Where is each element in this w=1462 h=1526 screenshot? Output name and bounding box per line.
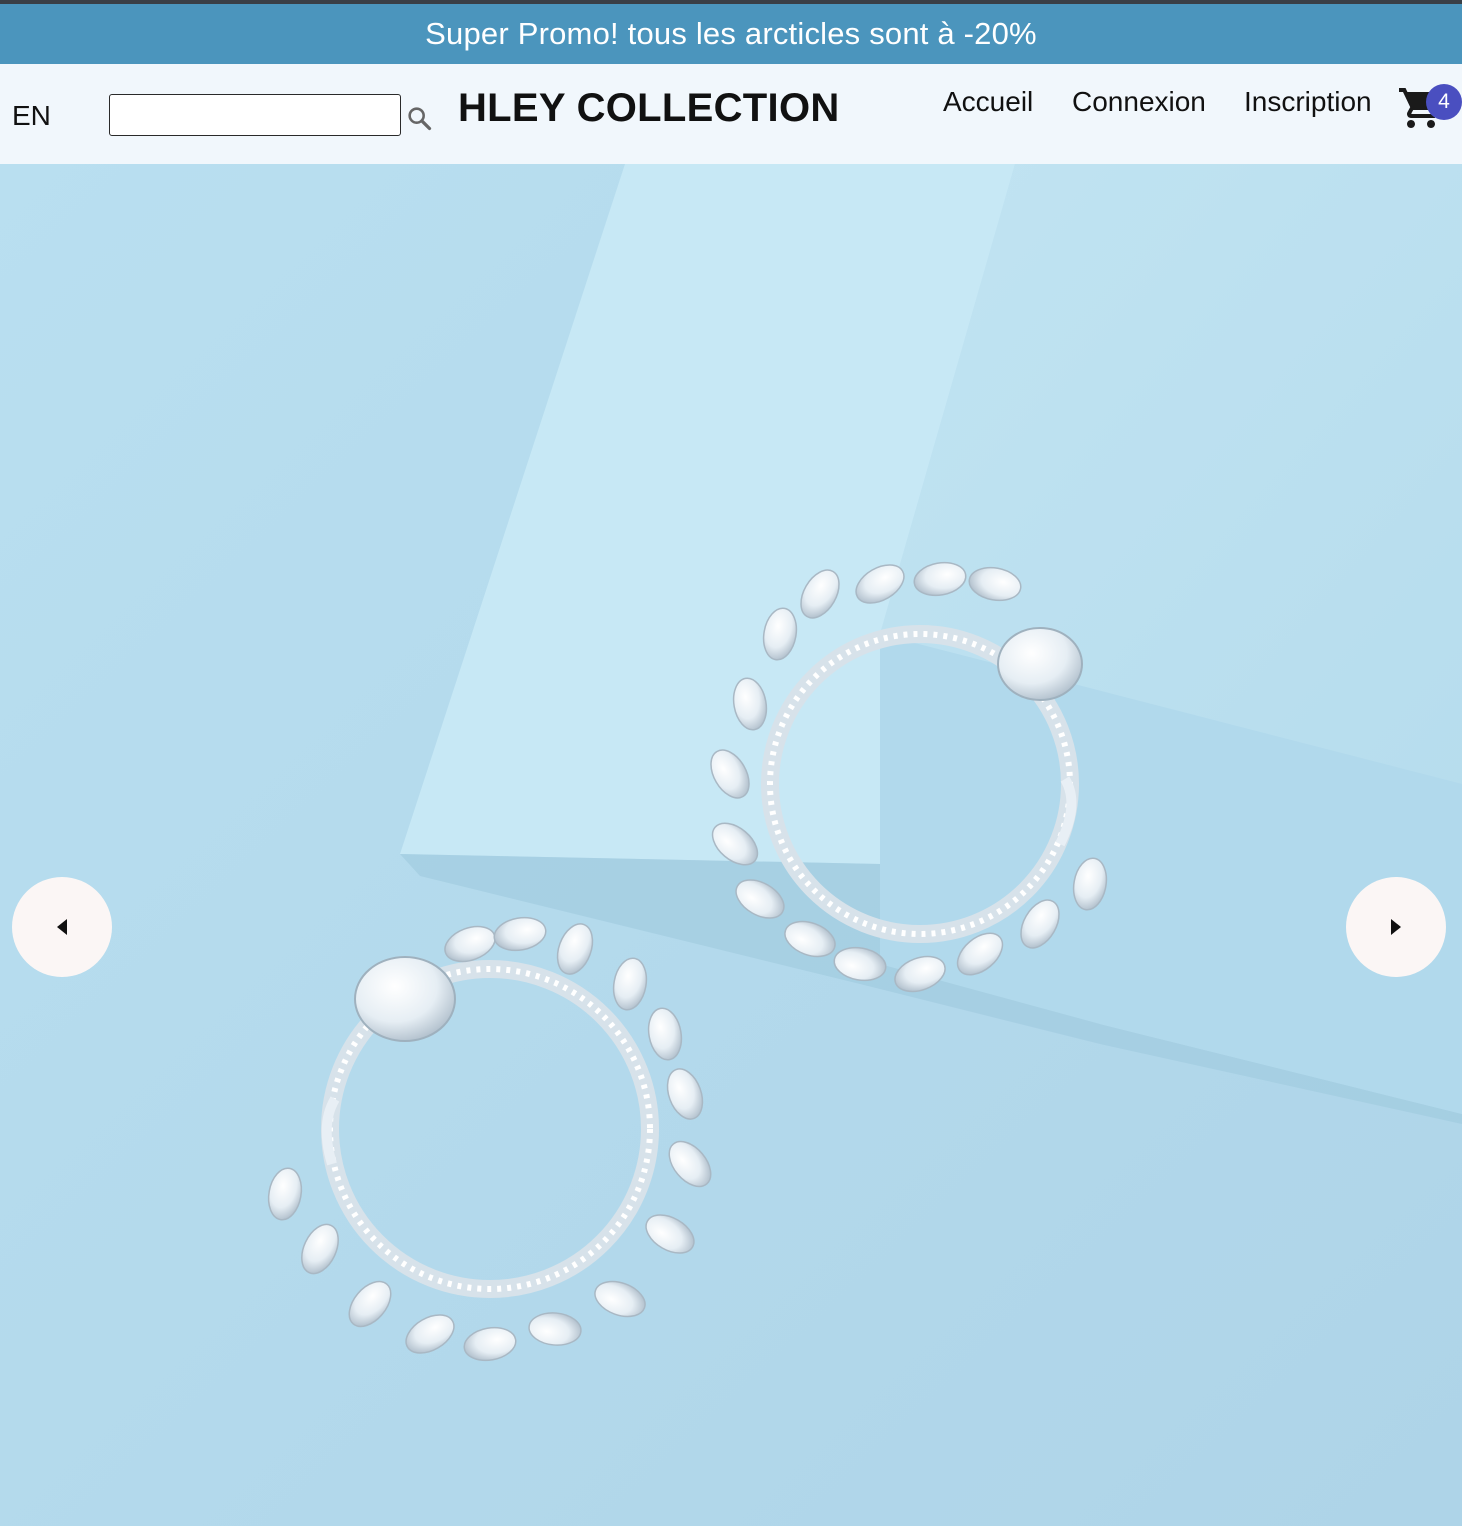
triangle-left-icon [57,919,67,935]
carousel-slide-image [0,164,1462,1526]
search-icon[interactable] [405,104,433,132]
carousel-prev-button[interactable] [12,877,112,977]
navbar: EN HLEY COLLECTION Accueil Connexion Ins… [0,64,1462,164]
triangle-right-icon [1391,919,1401,935]
cart-button[interactable]: 4 [1397,84,1462,134]
brand-title[interactable]: HLEY COLLECTION [458,86,840,131]
page: Super Promo! tous les arcticles sont à -… [0,0,1462,1526]
promo-banner: Super Promo! tous les arcticles sont à -… [0,4,1462,64]
nav-link-home[interactable]: Accueil [943,86,1033,118]
carousel-next-button[interactable] [1346,877,1446,977]
nav-link-signup[interactable]: Inscription [1244,86,1372,118]
hero-carousel [0,164,1462,1526]
language-switch[interactable]: EN [12,100,51,132]
search-input[interactable] [109,94,401,136]
promo-text: Super Promo! tous les arcticles sont à -… [425,16,1037,51]
cart-count-badge: 4 [1426,84,1462,120]
nav-link-login[interactable]: Connexion [1072,86,1206,118]
